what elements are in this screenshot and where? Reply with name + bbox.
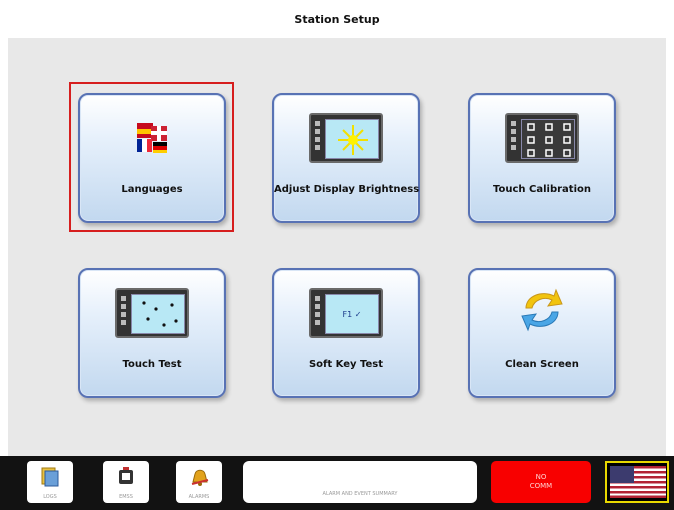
page-title: Station Setup [294, 12, 380, 26]
soft-key-icon: F1 ✓ [309, 288, 383, 338]
tile-label: Touch Calibration [493, 184, 591, 195]
ems-label: EMSS [119, 494, 133, 500]
calibration-grid-icon [505, 113, 579, 163]
flags-icon [137, 123, 167, 153]
tile-label: Soft Key Test [308, 359, 384, 370]
bell-icon [191, 469, 209, 486]
logs-label: LOGS [43, 494, 57, 500]
status-line-1: NO [535, 473, 547, 481]
bottom-bar: LOGS EMSS ALARMS ALARM AND EVENT SUMMARY… [0, 456, 674, 510]
title-bar: Station Setup [0, 0, 674, 38]
us-flag-icon [610, 466, 666, 498]
language-flag-button[interactable] [605, 461, 669, 503]
brightness-icon [309, 113, 383, 163]
ems-button[interactable]: EMSS [103, 461, 149, 503]
summary-label: ALARM AND EVENT SUMMARY [322, 491, 398, 497]
logs-button[interactable]: LOGS [27, 461, 73, 503]
alarms-button[interactable]: ALARMS [176, 461, 222, 503]
no-comm-status[interactable]: NO COMM [491, 461, 591, 503]
tile-label: Clean Screen [505, 359, 579, 370]
tile-label: Touch Test [122, 359, 182, 370]
logs-icon [41, 467, 59, 487]
status-line-2: COMM [529, 482, 553, 490]
monitor-icon [119, 467, 133, 484]
touch-test-icon [115, 288, 189, 338]
touch-calibration-button[interactable]: Touch Calibration [468, 93, 616, 223]
soft-key-test-button[interactable]: F1 ✓ Soft Key Test [272, 268, 420, 398]
clean-screen-button[interactable]: Clean Screen [468, 268, 616, 398]
soft-key-text: F1 ✓ [342, 309, 362, 319]
adjust-brightness-button[interactable]: Adjust Display Brightness [272, 93, 420, 223]
tile-label: Languages [121, 184, 183, 195]
touch-test-button[interactable]: Touch Test [78, 268, 226, 398]
alarms-label: ALARMS [188, 494, 210, 500]
clean-screen-arrows-icon [521, 288, 563, 332]
languages-button[interactable]: Languages [78, 93, 226, 223]
alarm-event-summary[interactable]: ALARM AND EVENT SUMMARY [243, 461, 477, 503]
tile-label: Adjust Display Brightness [274, 184, 420, 195]
